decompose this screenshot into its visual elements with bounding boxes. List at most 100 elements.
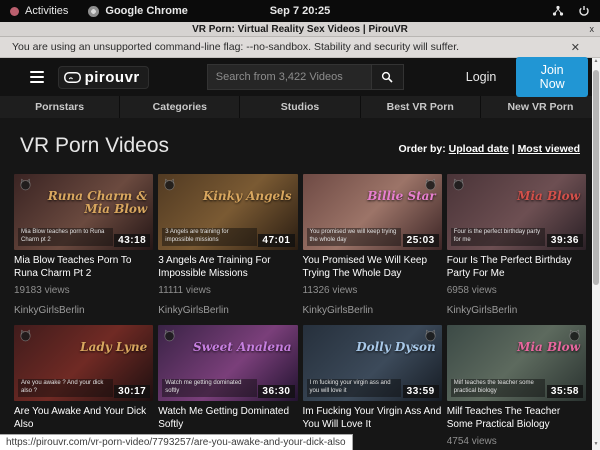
order-by-label: Order by: bbox=[398, 143, 445, 155]
studio-link[interactable]: KinkyGirlsBerlin bbox=[158, 305, 297, 316]
tab-title[interactable]: VR Porn: Virtual Reality Sex Videos | Pi… bbox=[0, 24, 600, 35]
thumbnail-overlay-title: Dolly Dyson bbox=[309, 341, 436, 354]
video-title[interactable]: Watch Me Getting Dominated Softly bbox=[158, 406, 297, 431]
view-count: 4754 views bbox=[447, 436, 586, 447]
video-title[interactable]: Im Fucking Your Virgin Ass And You Will … bbox=[303, 406, 442, 431]
main-nav: Pornstars Categories Studios Best VR Por… bbox=[0, 96, 600, 118]
thumbnail-overlay-title: Billie Star bbox=[309, 190, 436, 203]
focused-app-menu[interactable]: Google Chrome bbox=[105, 5, 188, 17]
video-title[interactable]: Milf Teaches The Teacher Some Practical … bbox=[447, 406, 586, 431]
view-count: 11111 views bbox=[158, 285, 297, 296]
video-thumbnail[interactable]: Kinky Angels 3 Angels are training for i… bbox=[158, 174, 297, 250]
browser-tab-bar: VR Porn: Virtual Reality Sex Videos | Pi… bbox=[0, 22, 600, 37]
thumbnail-caption: Watch me getting dominated softly bbox=[162, 379, 257, 397]
studio-logo-watermark bbox=[451, 177, 466, 192]
thumbnail-overlay-title: Mia Blow bbox=[453, 341, 580, 354]
search-input[interactable] bbox=[207, 64, 372, 90]
video-card: Billie Star You promised we will keep tr… bbox=[303, 174, 442, 325]
logo-text: pirouvr bbox=[85, 69, 140, 86]
thumbnail-caption: Mia Blow teaches porn to Runa Charm pt 2 bbox=[18, 228, 113, 246]
studio-logo-watermark bbox=[423, 177, 438, 192]
nav-item-pornstars[interactable]: Pornstars bbox=[0, 96, 120, 118]
order-by-controls: Order by: Upload date | Most viewed bbox=[398, 143, 580, 155]
video-thumbnail[interactable]: Mia Blow Milf teaches the teacher some p… bbox=[447, 325, 586, 401]
page-title: VR Porn Videos bbox=[20, 134, 169, 158]
thumbnail-overlay-title: Runa Charm & Mia Blow bbox=[20, 190, 147, 215]
status-url-bubble: https://pirouvr.com/vr-porn-video/779325… bbox=[0, 434, 353, 450]
thumbnail-caption: 3 Angels are training for impossible mis… bbox=[162, 228, 257, 246]
power-icon[interactable] bbox=[578, 5, 590, 17]
studio-link[interactable]: KinkyGirlsBerlin bbox=[14, 305, 153, 316]
video-thumbnail[interactable]: Runa Charm & Mia Blow Mia Blow teaches p… bbox=[14, 174, 153, 250]
thumbnail-caption: Are you awake ? And your dick also ? bbox=[18, 379, 113, 397]
video-card: Runa Charm & Mia Blow Mia Blow teaches p… bbox=[14, 174, 153, 325]
order-by-upload-date-link[interactable]: Upload date bbox=[449, 143, 509, 155]
studio-logo-watermark bbox=[162, 328, 177, 343]
scrollbar-down-arrow[interactable]: ▼ bbox=[594, 441, 599, 449]
studio-link[interactable]: KinkyGirlsBerlin bbox=[447, 305, 586, 316]
video-card: Kinky Angels 3 Angels are training for i… bbox=[158, 174, 297, 325]
thumbnail-overlay-title: Sweet Analena bbox=[164, 341, 291, 354]
system-top-bar: Activities Google Chrome Sep 7 20:25 bbox=[0, 0, 600, 22]
video-title[interactable]: You Promised We Will Keep Trying The Who… bbox=[303, 255, 442, 280]
page-scrollbar[interactable]: ▲ ▼ bbox=[592, 58, 600, 450]
view-count: 6958 views bbox=[447, 285, 586, 296]
video-card: Mia Blow Four is the perfect birthday pa… bbox=[447, 174, 586, 325]
video-thumbnail[interactable]: Mia Blow Four is the perfect birthday pa… bbox=[447, 174, 586, 250]
studio-logo-watermark bbox=[423, 328, 438, 343]
video-title[interactable]: Are You Awake And Your Dick Also bbox=[14, 406, 153, 431]
video-thumbnail[interactable]: Billie Star You promised we will keep tr… bbox=[303, 174, 442, 250]
nav-item-best-vr-porn[interactable]: Best VR Porn bbox=[361, 96, 481, 118]
scrollbar-thumb[interactable] bbox=[593, 70, 599, 285]
chrome-icon bbox=[88, 6, 99, 17]
studio-link[interactable]: KinkyGirlsBerlin bbox=[303, 305, 442, 316]
login-link[interactable]: Login bbox=[466, 70, 497, 84]
join-now-button[interactable]: Join Now bbox=[516, 57, 588, 97]
network-icon[interactable] bbox=[552, 5, 564, 17]
thumbnail-caption: I m fucking your virgin ass and you will… bbox=[307, 379, 402, 397]
nav-item-studios[interactable]: Studios bbox=[240, 96, 360, 118]
video-thumbnail[interactable]: Dolly Dyson I m fucking your virgin ass … bbox=[303, 325, 442, 401]
duration-badge: 30:17 bbox=[114, 385, 150, 398]
duration-badge: 39:36 bbox=[547, 234, 583, 247]
infobar-close-icon[interactable]: ✕ bbox=[571, 41, 580, 54]
duration-badge: 33:59 bbox=[403, 385, 439, 398]
menu-icon[interactable] bbox=[30, 71, 44, 83]
nav-item-new-vr-porn[interactable]: New VR Porn bbox=[481, 96, 600, 118]
distro-icon bbox=[10, 7, 19, 16]
studio-logo-watermark bbox=[162, 177, 177, 192]
video-card: Dolly Dyson I m fucking your virgin ass … bbox=[303, 325, 442, 450]
duration-badge: 43:18 bbox=[114, 234, 150, 247]
video-card: Mia Blow Milf teaches the teacher some p… bbox=[447, 325, 586, 450]
view-count: 11326 views bbox=[303, 285, 442, 296]
studio-logo-watermark bbox=[18, 177, 33, 192]
video-title[interactable]: Mia Blow Teaches Porn To Runa Charm Pt 2 bbox=[14, 255, 153, 280]
studio-logo-watermark bbox=[18, 328, 33, 343]
duration-badge: 25:03 bbox=[403, 234, 439, 247]
search-bar bbox=[207, 64, 404, 90]
infobar-message: You are using an unsupported command-lin… bbox=[12, 41, 571, 53]
search-button[interactable] bbox=[372, 64, 404, 90]
thumbnail-overlay-title: Mia Blow bbox=[453, 190, 580, 203]
page-content: VR Porn Videos Order by: Upload date | M… bbox=[0, 118, 600, 450]
thumbnail-overlay-title: Lady Lyne bbox=[20, 341, 147, 354]
order-by-most-viewed-link[interactable]: Most viewed bbox=[518, 143, 580, 155]
order-by-separator: | bbox=[512, 143, 515, 155]
tab-close-icon[interactable]: x bbox=[590, 24, 595, 34]
thumbnail-caption: Four is the perfect birthday party for m… bbox=[451, 228, 546, 246]
video-title[interactable]: 3 Angels Are Training For Impossible Mis… bbox=[158, 255, 297, 280]
video-thumbnail[interactable]: Sweet Analena Watch me getting dominated… bbox=[158, 325, 297, 401]
view-count: 19183 views bbox=[14, 285, 153, 296]
duration-badge: 47:01 bbox=[258, 234, 294, 247]
nav-item-categories[interactable]: Categories bbox=[120, 96, 240, 118]
video-card: Lady Lyne Are you awake ? And your dick … bbox=[14, 325, 153, 450]
scrollbar-up-arrow[interactable]: ▲ bbox=[594, 58, 599, 66]
video-card: Sweet Analena Watch me getting dominated… bbox=[158, 325, 297, 450]
studio-logo-watermark bbox=[567, 328, 582, 343]
chrome-infobar: You are using an unsupported command-lin… bbox=[0, 37, 600, 58]
video-thumbnail[interactable]: Lady Lyne Are you awake ? And your dick … bbox=[14, 325, 153, 401]
video-title[interactable]: Four Is The Perfect Birthday Party For M… bbox=[447, 255, 586, 280]
duration-badge: 36:30 bbox=[258, 385, 294, 398]
activities-button[interactable]: Activities bbox=[25, 5, 68, 17]
site-logo[interactable]: pirouvr bbox=[58, 66, 149, 89]
